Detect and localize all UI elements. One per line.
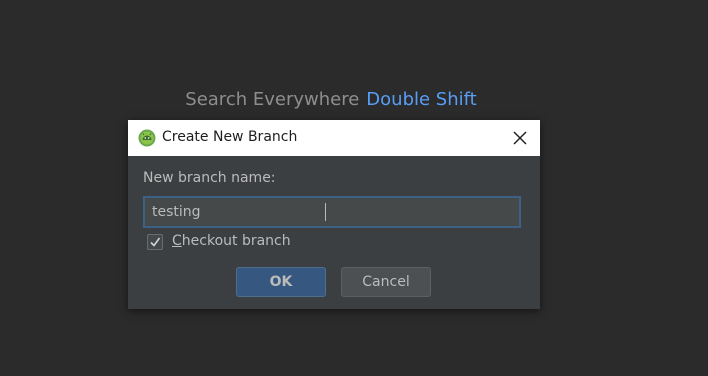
branch-name-input[interactable]	[143, 196, 521, 228]
checkout-branch-label-mnemonic: C	[172, 233, 182, 249]
hint-shortcut: Double Shift	[366, 89, 477, 110]
search-everywhere-hint: Search Everywhere Double Shift	[0, 89, 662, 110]
ok-button[interactable]: OK	[236, 267, 326, 297]
hint-text: Search Everywhere	[185, 89, 360, 110]
branch-name-label: New branch name:	[143, 170, 276, 186]
close-icon[interactable]	[508, 126, 532, 150]
dialog-title: Create New Branch	[162, 129, 298, 145]
text-caret	[325, 203, 326, 221]
dialog-titlebar: Create New Branch	[128, 120, 540, 156]
checkout-branch-label-text: heckout branch	[181, 233, 291, 249]
checkout-branch-label[interactable]: Checkout branch	[172, 233, 291, 249]
cancel-button[interactable]: Cancel	[341, 267, 431, 297]
create-branch-dialog: Create New Branch New branch name: Check…	[128, 120, 540, 309]
android-studio-icon	[138, 129, 156, 147]
checkout-branch-checkbox[interactable]	[147, 234, 163, 250]
checkmark-icon	[150, 237, 161, 247]
